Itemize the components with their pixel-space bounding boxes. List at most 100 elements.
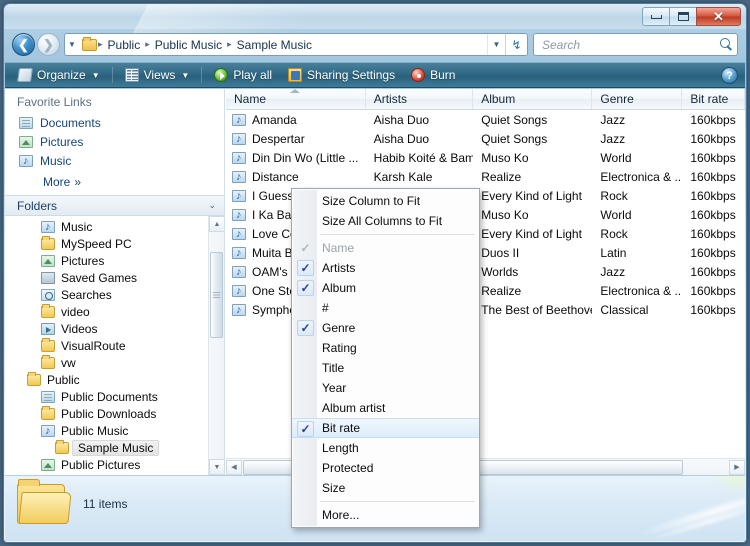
menu-item-album[interactable]: ✓ Album bbox=[292, 278, 479, 298]
help-button[interactable]: ? bbox=[721, 67, 738, 84]
menu-item-label: Bit rate bbox=[322, 421, 361, 435]
more-links-button[interactable]: More » bbox=[5, 172, 224, 191]
cell-album: Realize bbox=[481, 169, 522, 184]
cell-album: Realize bbox=[481, 283, 522, 298]
tree-item-public-music[interactable]: Public Music bbox=[5, 422, 208, 439]
music-file-icon bbox=[232, 151, 246, 165]
search-input[interactable]: Search bbox=[542, 38, 720, 52]
music-file-icon bbox=[232, 132, 246, 146]
menu-item-rating[interactable]: Rating bbox=[292, 338, 479, 358]
column-header-album[interactable]: Album bbox=[473, 89, 593, 109]
item-count-label: 11 items bbox=[83, 497, 128, 511]
tree-item-video[interactable]: video bbox=[5, 303, 208, 320]
favorite-link-music[interactable]: Music bbox=[5, 151, 224, 170]
table-row[interactable]: Distance Karsh Kale Realize Electronica & .… bbox=[226, 167, 745, 186]
tree-item-saved-games[interactable]: Saved Games bbox=[5, 269, 208, 286]
column-header-genre[interactable]: Genre bbox=[592, 89, 683, 109]
close-icon: ✕ bbox=[713, 9, 724, 24]
menu-item-title[interactable]: Title bbox=[292, 358, 479, 378]
scroll-left-button[interactable]: ◀ bbox=[226, 459, 242, 475]
sharing-icon bbox=[288, 68, 303, 82]
favorite-link-documents[interactable]: Documents bbox=[5, 113, 224, 132]
sharing-settings-button[interactable]: Sharing Settings bbox=[281, 65, 402, 86]
folders-header[interactable]: Folders ⌄ bbox=[5, 195, 224, 216]
organize-button[interactable]: Organize ▼ bbox=[11, 65, 107, 86]
minimize-button[interactable] bbox=[642, 7, 669, 26]
views-button[interactable]: Views ▼ bbox=[118, 65, 197, 86]
file-name-label: Amanda bbox=[252, 112, 297, 127]
scroll-right-button[interactable]: ▶ bbox=[729, 459, 745, 475]
menu-item-bit-rate[interactable]: ✓ Bit rate bbox=[292, 418, 479, 438]
tree-item-public-pictures[interactable]: Public Pictures bbox=[5, 456, 208, 473]
refresh-button[interactable]: ↯ bbox=[505, 34, 527, 55]
tree-item-visualroute[interactable]: VisualRoute bbox=[5, 337, 208, 354]
search-icon bbox=[720, 38, 733, 51]
burn-button[interactable]: Burn bbox=[404, 65, 462, 86]
tree-item-searches[interactable]: Searches bbox=[5, 286, 208, 303]
address-dropdown-icon[interactable]: ▼ bbox=[487, 34, 505, 55]
menu-item-more[interactable]: More... bbox=[292, 505, 479, 525]
music-file-icon bbox=[232, 170, 246, 184]
maximize-icon bbox=[677, 12, 689, 21]
menu-item-name: ✓ Name bbox=[292, 238, 479, 258]
play-all-button[interactable]: Play all bbox=[207, 65, 279, 86]
cell-name: Din Din Wo (Little ... bbox=[226, 151, 366, 165]
column-header-artists[interactable]: Artists bbox=[366, 89, 474, 109]
explorer-body: Favorite Links Documents Pictures Music Mo… bbox=[5, 89, 745, 528]
tree-item-public-documents[interactable]: Public Documents bbox=[5, 388, 208, 405]
scroll-down-button[interactable]: ▼ bbox=[209, 459, 224, 475]
cell-bitrate: 160kbps bbox=[690, 226, 736, 241]
breadcrumb-item-sample-music[interactable]: Sample Music bbox=[233, 38, 316, 52]
menu-item-size-column-to-fit[interactable]: Size Column to Fit bbox=[292, 191, 479, 211]
menu-item-[interactable]: # bbox=[292, 298, 479, 318]
video-icon bbox=[41, 322, 55, 335]
folder-icon bbox=[41, 337, 55, 352]
menu-item-album-artist[interactable]: Album artist bbox=[292, 398, 479, 418]
tree-item-public-downloads[interactable]: Public Downloads bbox=[5, 405, 208, 422]
check-icon bbox=[297, 360, 314, 376]
check-icon: ✓ bbox=[297, 280, 314, 296]
menu-item-label: Genre bbox=[322, 321, 356, 335]
table-row[interactable]: Despertar Aisha Duo Quiet Songs Jazz 160kbps bbox=[226, 129, 745, 148]
menu-item-year[interactable]: Year bbox=[292, 378, 479, 398]
tree-item-public[interactable]: Public bbox=[5, 371, 208, 388]
tree-item-label: Public Music bbox=[61, 423, 129, 438]
menu-item-length[interactable]: Length bbox=[292, 438, 479, 458]
scrollbar-thumb[interactable] bbox=[210, 252, 223, 338]
menu-item-artists[interactable]: ✓ Artists bbox=[292, 258, 479, 278]
breadcrumb-item-public-music[interactable]: Public Music bbox=[151, 38, 226, 52]
tree-item-videos[interactable]: Videos bbox=[5, 320, 208, 337]
address-folder-icon bbox=[82, 36, 97, 51]
column-header-bitrate[interactable]: Bit rate bbox=[682, 89, 745, 109]
tree-item-music[interactable]: Music bbox=[5, 218, 208, 235]
recent-locations-icon[interactable]: ▼ bbox=[65, 40, 79, 49]
breadcrumb-item-public[interactable]: Public bbox=[104, 38, 145, 52]
menu-item-genre[interactable]: ✓ Genre bbox=[292, 318, 479, 338]
toolbar-separator bbox=[111, 67, 113, 83]
menu-item-protected[interactable]: Protected bbox=[292, 458, 479, 478]
menu-item-size-all-columns-to-fit[interactable]: Size All Columns to Fit bbox=[292, 211, 479, 231]
column-header-name[interactable]: Name bbox=[226, 89, 366, 109]
back-button[interactable]: ❮ bbox=[12, 33, 35, 56]
scroll-up-button[interactable]: ▲ bbox=[209, 216, 224, 232]
menu-item-size[interactable]: Size bbox=[292, 478, 479, 498]
tree-item-vw[interactable]: vw bbox=[5, 354, 208, 371]
address-bar[interactable]: ▼ ▸ Public ▸ Public Music ▸ Sample Music ▼ ↯ bbox=[64, 33, 528, 56]
menu-item-label: Album bbox=[322, 281, 357, 295]
maximize-button[interactable] bbox=[669, 7, 696, 26]
cell-genre: Electronica & ... bbox=[600, 169, 683, 184]
close-button[interactable]: ✕ bbox=[696, 7, 741, 26]
tree-item-pictures[interactable]: Pictures bbox=[5, 252, 208, 269]
table-row[interactable]: Amanda Aisha Duo Quiet Songs Jazz 160kbps bbox=[226, 110, 745, 129]
favorite-link-pictures[interactable]: Pictures bbox=[5, 132, 224, 151]
more-label: More bbox=[43, 174, 71, 189]
forward-button[interactable]: ❯ bbox=[37, 33, 60, 56]
tree-item-myspeed-pc[interactable]: MySpeed PC bbox=[5, 235, 208, 252]
table-row[interactable]: Din Din Wo (Little ... Habib Koité & Bama… bbox=[226, 148, 745, 167]
search-box[interactable]: Search bbox=[533, 33, 738, 56]
tree-item-sample-music[interactable]: Sample Music bbox=[5, 439, 208, 456]
organize-label: Organize bbox=[37, 68, 86, 82]
folder-tree-scrollbar[interactable]: ▲ ▼ bbox=[208, 216, 224, 475]
folder-icon bbox=[41, 303, 55, 318]
cell-genre: Latin bbox=[600, 245, 627, 260]
